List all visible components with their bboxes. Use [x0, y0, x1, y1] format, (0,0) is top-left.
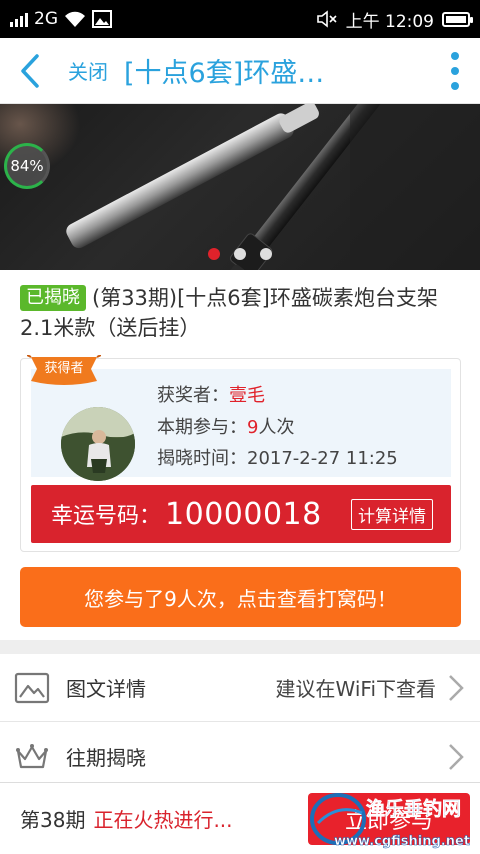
image-text-details-row[interactable]: 图文详情 建议在WiFi下查看 — [0, 654, 480, 722]
battery-icon — [442, 11, 473, 27]
svg-text:www.cgfishing.net: www.cgfishing.net — [334, 834, 470, 849]
wifi-hint: 建议在WiFi下查看 — [275, 677, 437, 701]
product-photo — [0, 104, 480, 270]
winner-badge-label: 获得者 — [44, 361, 84, 376]
clock: 上午 12:09 — [345, 11, 434, 32]
picture-icon — [14, 672, 50, 703]
svg-text:渔乐垂钓网: 渔乐垂钓网 — [366, 797, 461, 820]
carousel-indicator — [0, 248, 480, 260]
past-results-label: 往期揭晓 — [66, 746, 146, 770]
reveal-time-label: 揭晓时间： — [157, 448, 247, 469]
view-my-codes-label: 您参与了9人次，点击查看打窝码！ — [84, 586, 397, 611]
avatar-photo — [61, 407, 135, 481]
chevron-right-icon — [449, 743, 464, 770]
close-button[interactable]: 关闭 — [68, 56, 108, 85]
more-dots-icon — [451, 51, 459, 60]
view-my-codes-button[interactable]: 您参与了9人次，点击查看打窝码！ — [20, 567, 461, 627]
participation-unit: 人次 — [258, 417, 295, 438]
nav-bar: 关闭 [十点6套]环盛… — [0, 38, 480, 104]
image-text-details-label: 图文详情 — [66, 677, 146, 701]
calculation-details-button[interactable]: 计算详情 — [351, 499, 433, 530]
status-bar: 2G 上午 12:09 — [0, 0, 480, 38]
chevron-right-icon — [449, 674, 464, 701]
product-title-block: 已揭晓 (第33期)[十点6套]环盛碳素炮台支架2.1米款（送后挂） — [20, 283, 465, 343]
carousel-dot[interactable] — [234, 248, 246, 260]
crown-icon — [16, 743, 48, 768]
section-divider — [0, 640, 480, 654]
participation-row: 本期参与：9人次 — [157, 413, 294, 439]
chevron-left-icon — [21, 53, 39, 88]
wifi-icon — [65, 11, 85, 27]
back-button[interactable] — [0, 38, 60, 104]
site-watermark: 渔乐垂钓网 www.cgfishing.net — [310, 793, 470, 849]
more-menu-button[interactable] — [430, 38, 480, 104]
winner-label: 获奖者： — [157, 385, 229, 406]
avatar[interactable] — [61, 407, 135, 481]
lucky-number-label: 幸运号码： — [51, 504, 162, 529]
bottom-bar: 第38期 正在火热进行... 立即参与 渔乐垂钓网 www.cgfishing.… — [0, 782, 480, 854]
lucky-number: 10000018 — [165, 496, 322, 532]
page-title: [十点6套]环盛… — [124, 58, 325, 89]
lucky-number-bar: 幸运号码： 10000018 计算详情 — [31, 485, 451, 543]
progress-ring: 84% — [4, 143, 50, 189]
past-results-row[interactable]: 往期揭晓 — [0, 723, 480, 791]
carousel-dot[interactable] — [208, 248, 220, 260]
image-icon — [92, 10, 112, 28]
participation-count: 9 — [247, 417, 259, 438]
reveal-time: 2017-2-27 11:25 — [247, 448, 398, 469]
winner-badge: 获得者 — [27, 355, 101, 387]
current-period-status[interactable]: 正在火热进行... — [93, 804, 232, 833]
reveal-time-row: 揭晓时间：2017-2-27 11:25 — [157, 444, 398, 470]
participation-label: 本期参与： — [157, 417, 247, 438]
winner-name[interactable]: 壹毛 — [229, 385, 265, 406]
status-badge: 已揭晓 — [20, 285, 86, 311]
current-period: 第38期 — [20, 808, 86, 832]
winner-card: 获奖者：壹毛 本期参与：9人次 揭晓时间：2017-2-27 11:25 获得者… — [20, 355, 461, 552]
mute-icon — [316, 10, 337, 28]
progress-percent: 84% — [10, 157, 44, 175]
product-image-carousel[interactable] — [0, 104, 480, 270]
network-type: 2G — [34, 9, 58, 29]
carousel-dot[interactable] — [260, 248, 272, 260]
signal-icon — [10, 11, 28, 27]
winner-row: 获奖者：壹毛 — [157, 381, 265, 407]
